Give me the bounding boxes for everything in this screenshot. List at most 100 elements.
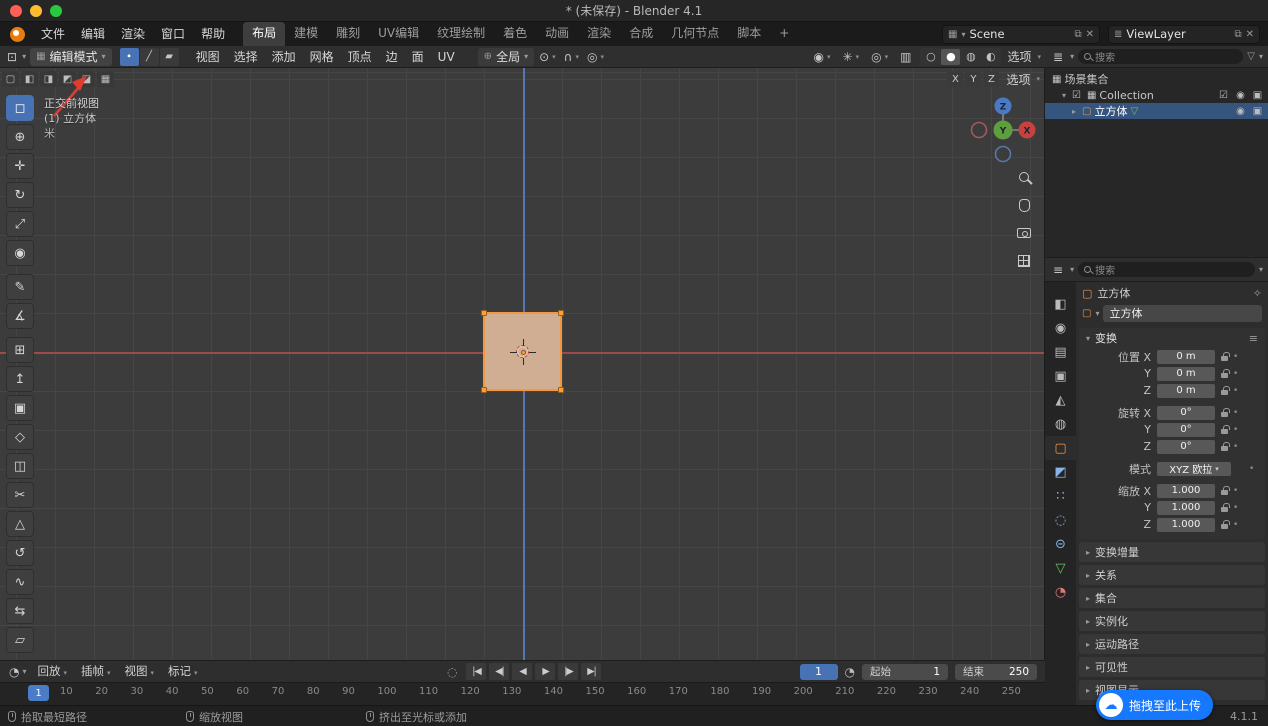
copy-icon[interactable]: ⧉: [1074, 29, 1081, 40]
gizmo-negative-z-axis[interactable]: [996, 147, 1011, 162]
properties-search-input[interactable]: 搜索: [1078, 262, 1255, 277]
property-value-field[interactable]: 0 m ▾: [1157, 350, 1215, 364]
checkbox-toggle-icon[interactable]: ☑: [1217, 90, 1230, 101]
mode-selector-dropdown[interactable]: ▦ 编辑模式 ▾: [30, 48, 111, 66]
frame-end-field[interactable]: 结束 250: [955, 664, 1037, 680]
animate-dot-icon[interactable]: •: [1233, 408, 1238, 418]
animate-dot-icon[interactable]: •: [1233, 442, 1238, 452]
disable-in-renders-icon[interactable]: ▣: [1251, 90, 1264, 101]
playback-button[interactable]: |◀: [466, 663, 486, 680]
expander-icon[interactable]: ▾: [1059, 91, 1069, 100]
properties-tab[interactable]: ∷: [1045, 484, 1076, 508]
outliner-row-scene-collection[interactable]: ▦ 场景集合: [1045, 71, 1268, 87]
tool-setting-button[interactable]: ▢: [2, 71, 19, 87]
properties-tab[interactable]: ▢: [1045, 436, 1076, 460]
axis-toggle-button[interactable]: Z: [983, 71, 999, 87]
menu-item[interactable]: 回放: [31, 660, 75, 684]
viewport-options-dropdown[interactable]: 选项: [1007, 48, 1041, 65]
disable-in-renders-icon[interactable]: ▣: [1251, 106, 1264, 117]
zoom-button[interactable]: [1013, 166, 1035, 188]
playback-button[interactable]: ▶|: [581, 663, 601, 680]
viewport-tool-button[interactable]: ◫: [6, 453, 34, 479]
vertex-dot[interactable]: [481, 310, 487, 316]
workspace-tab[interactable]: 合成: [620, 22, 662, 46]
workspace-tab[interactable]: 动画: [536, 22, 578, 46]
select-mode-button[interactable]: ▰: [160, 48, 179, 66]
view-layer-selector[interactable]: ≣ ViewLayer ⧉ ✕: [1108, 25, 1260, 44]
playback-button[interactable]: ◀|: [489, 663, 509, 680]
workspace-tab[interactable]: 渲染: [578, 22, 620, 46]
workspace-tab[interactable]: 布局: [243, 22, 285, 46]
properties-tab[interactable]: ▣: [1045, 364, 1076, 388]
clock-icon[interactable]: ◔: [845, 665, 855, 679]
pan-button[interactable]: [1013, 194, 1035, 216]
property-value-field[interactable]: 0 m ▾: [1157, 384, 1215, 398]
viewport-tool-button[interactable]: ✛: [6, 153, 34, 179]
workspace-tab[interactable]: +: [770, 22, 798, 46]
menu-item[interactable]: 选择: [227, 46, 265, 68]
tool-options-dropdown[interactable]: 选项: [1006, 71, 1040, 88]
properties-tab[interactable]: ◩: [1045, 460, 1076, 484]
timeline-ruler[interactable]: 1020304050607080901001101201301401501601…: [0, 682, 1045, 705]
workspace-tab[interactable]: 着色: [494, 22, 536, 46]
lock-icon[interactable]: [1221, 507, 1228, 512]
menu-item[interactable]: 插帧: [74, 660, 118, 684]
collapsed-panel[interactable]: ▸ 变换增量: [1079, 542, 1265, 562]
viewport-tool-button[interactable]: ✂: [6, 482, 34, 508]
lock-icon[interactable]: [1221, 429, 1228, 434]
close-icon[interactable]: ✕: [1246, 29, 1254, 40]
collapsed-panel[interactable]: ▸ 关系: [1079, 565, 1265, 585]
checkbox-icon[interactable]: ☑: [1072, 90, 1081, 101]
property-value-field[interactable]: 1.000 ▾: [1157, 484, 1215, 498]
editor-type-timeline-icon[interactable]: ◔: [6, 665, 22, 679]
menu-item[interactable]: 渲染: [113, 22, 153, 46]
animate-dot-icon[interactable]: •: [1233, 425, 1238, 435]
collapsed-panel[interactable]: ▸ 可见性: [1079, 657, 1265, 677]
shading-mode-button[interactable]: ◐: [981, 49, 1000, 65]
properties-tab[interactable]: ◔: [1045, 580, 1076, 604]
auto-keying-record-icon[interactable]: ◌: [447, 665, 457, 679]
axis-toggle-button[interactable]: Y: [965, 71, 981, 87]
menu-item[interactable]: 帮助: [193, 22, 233, 46]
playback-button[interactable]: ◀: [512, 663, 532, 680]
menu-item[interactable]: 视图: [189, 46, 227, 68]
select-mode-button[interactable]: ╱: [140, 48, 159, 66]
animate-dot-icon[interactable]: •: [1233, 486, 1238, 496]
close-icon[interactable]: ✕: [1086, 29, 1094, 40]
proportional-editing-icon[interactable]: ◎: [584, 50, 607, 64]
viewport-tool-button[interactable]: ⊞: [6, 337, 34, 363]
properties-tab[interactable]: ▽: [1045, 556, 1076, 580]
blender-logo-icon[interactable]: [10, 27, 25, 42]
transform-panel-header[interactable]: ▾ 变换 ≡: [1079, 328, 1265, 348]
menu-item[interactable]: 边: [379, 46, 405, 68]
menu-item[interactable]: UV: [431, 46, 462, 68]
menu-item[interactable]: 顶点: [341, 46, 379, 68]
viewport-tool-button[interactable]: ↻: [6, 182, 34, 208]
axis-toggle-button[interactable]: X: [947, 71, 963, 87]
property-value-field[interactable]: 0° ▾: [1157, 440, 1215, 454]
workspace-tab[interactable]: 几何节点: [662, 22, 728, 46]
viewport-tool-button[interactable]: ↥: [6, 366, 34, 392]
show-overlays-icon[interactable]: ◎: [868, 50, 891, 64]
menu-item[interactable]: 添加: [265, 46, 303, 68]
expander-icon[interactable]: ▸: [1069, 107, 1079, 116]
show-gizmo-icon[interactable]: ✳: [840, 50, 863, 64]
viewport-tool-button[interactable]: △: [6, 511, 34, 537]
viewport-tool-button[interactable]: ▱: [6, 627, 34, 653]
workspace-tab[interactable]: UV编辑: [369, 22, 428, 46]
animate-dot-icon[interactable]: •: [1233, 386, 1238, 396]
viewport-tool-button[interactable]: ◻: [6, 95, 34, 121]
animate-dot-icon[interactable]: •: [1233, 369, 1238, 379]
current-frame-field[interactable]: 1: [800, 664, 838, 680]
workspace-tab[interactable]: 纹理绘制: [428, 22, 494, 46]
viewport-tool-button[interactable]: ✎: [6, 274, 34, 300]
shading-mode-button[interactable]: ◍: [961, 49, 980, 65]
collapsed-panel[interactable]: ▸ 集合: [1079, 588, 1265, 608]
properties-tab[interactable]: ◌: [1045, 508, 1076, 532]
menu-item[interactable]: 标记: [161, 660, 205, 684]
viewport-tool-button[interactable]: ⇆: [6, 598, 34, 624]
hide-in-viewport-icon[interactable]: ◉: [1234, 106, 1247, 117]
camera-view-button[interactable]: [1013, 222, 1035, 244]
vertex-dot[interactable]: [481, 387, 487, 393]
property-value-field[interactable]: 1.000 ▾: [1157, 518, 1215, 532]
